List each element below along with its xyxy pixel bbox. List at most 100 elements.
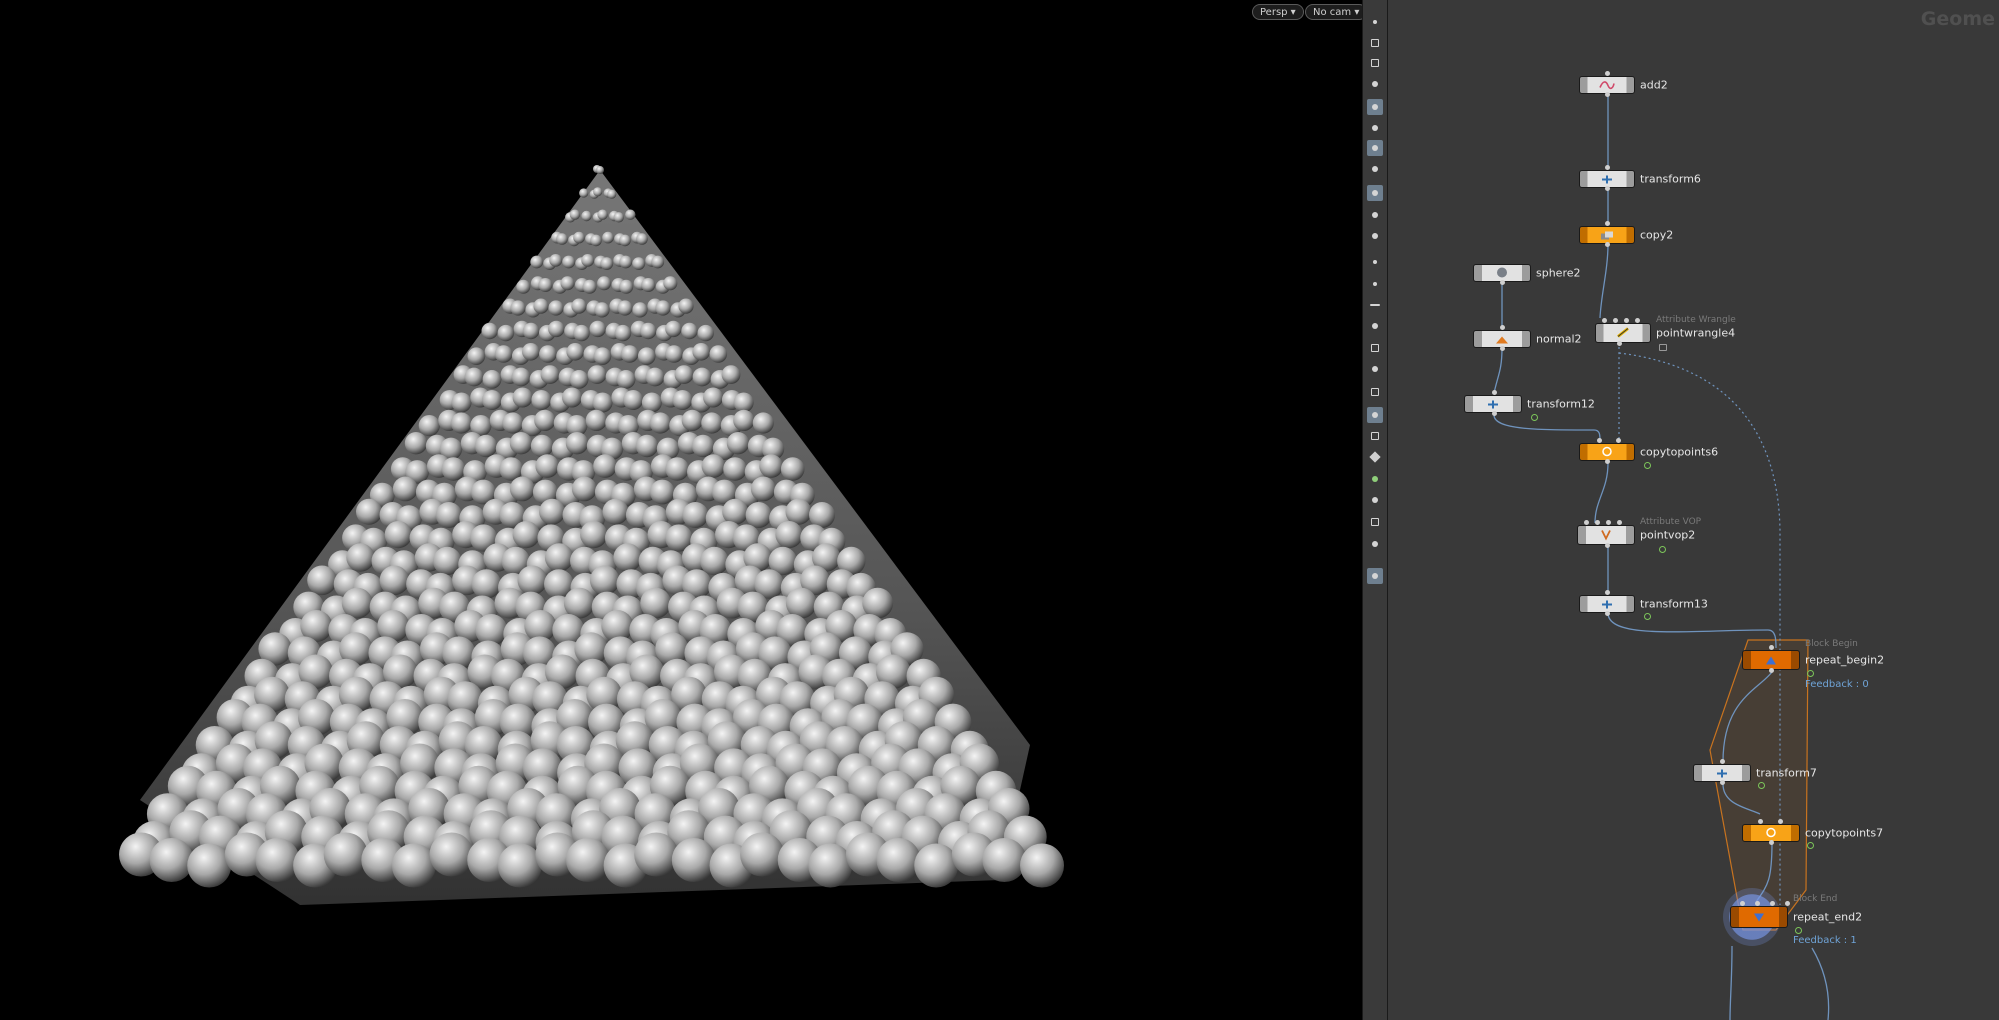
- node-name: repeat_begin2: [1805, 653, 1885, 667]
- sphere-instance: [665, 457, 689, 481]
- bg-icon[interactable]: [1367, 449, 1383, 465]
- sphere-instance: [733, 409, 755, 431]
- grid-icon[interactable]: [1367, 428, 1383, 444]
- camera-icon[interactable]: [1367, 185, 1383, 201]
- block-begin-icon: [1765, 651, 1777, 670]
- sphere-instance: [665, 320, 682, 338]
- output-port: [1605, 459, 1610, 464]
- fractal-cone-render: [119, 165, 1064, 905]
- sphere-instance: [494, 345, 513, 363]
- sphere-instance: [384, 521, 412, 549]
- sphere-instance: [149, 838, 194, 882]
- wrangle-node-icon: [1616, 324, 1630, 343]
- sphere-instance: [562, 387, 582, 408]
- node-name: pointwrangle4: [1656, 326, 1736, 340]
- scene-icon[interactable]: [1367, 384, 1383, 400]
- scene-viewport[interactable]: Persp ▾ No cam ▾: [0, 0, 1362, 1020]
- input-port: [1595, 520, 1600, 525]
- input-port: [1500, 325, 1505, 330]
- input-port: [1778, 819, 1783, 824]
- camera-menu-button[interactable]: Persp ▾: [1252, 4, 1304, 20]
- input-port: [1606, 520, 1611, 525]
- uv-icon[interactable]: [1367, 340, 1383, 356]
- wireframe-icon[interactable]: [1367, 361, 1383, 377]
- output-port: [1605, 242, 1610, 247]
- sphere-instance: [709, 345, 728, 363]
- sphere-instance: [597, 276, 612, 291]
- sphere-instance: [596, 166, 604, 174]
- sphere-instance: [637, 347, 656, 366]
- shading-icon[interactable]: [1367, 99, 1383, 115]
- display-options-icon[interactable]: [1367, 35, 1383, 51]
- sphere-instance: [531, 390, 552, 410]
- view-camera-button[interactable]: No cam ▾: [1305, 4, 1362, 20]
- handles-icon[interactable]: [1367, 228, 1383, 244]
- sphere-instance: [540, 365, 560, 384]
- sphere-instance: [808, 843, 853, 888]
- sphere-instance: [510, 300, 526, 316]
- input-port: [1616, 438, 1621, 443]
- sphere-instance: [450, 412, 472, 434]
- sphere-instance: [530, 255, 544, 269]
- eye-icon[interactable]: [1367, 14, 1383, 30]
- headlight-icon[interactable]: [1367, 140, 1383, 156]
- render-icon[interactable]: [1367, 568, 1383, 584]
- sphere-instance: [649, 412, 671, 434]
- sphere-instance: [391, 843, 436, 888]
- geometry-icon[interactable]: [1367, 471, 1383, 487]
- ghost-icon[interactable]: [1367, 492, 1383, 508]
- screenshot-icon[interactable]: [1367, 536, 1383, 552]
- ortho-icon[interactable]: [1367, 407, 1383, 423]
- node-name: copytopoints7: [1805, 826, 1884, 840]
- sphere-instance: [809, 502, 835, 528]
- sphere-instance: [701, 454, 726, 478]
- block-end-icon: [1753, 908, 1765, 927]
- node-network-editor[interactable]: Geome add2 transform6 copy2 sphere2 poin…: [1388, 0, 1999, 1020]
- node-name: copytopoints6: [1640, 445, 1719, 459]
- lock-icon[interactable]: [1367, 55, 1383, 71]
- node-flag-indicator: [1758, 782, 1765, 789]
- sphere-instance: [418, 415, 440, 437]
- layout-icon[interactable]: [1367, 514, 1383, 530]
- prim-display-icon[interactable]: [1367, 276, 1383, 292]
- point-display-icon[interactable]: [1367, 254, 1383, 270]
- input-port: [1720, 759, 1725, 764]
- light-icon[interactable]: [1367, 120, 1383, 136]
- node-repeat_end2[interactable]: repeat_end2 Block End Feedback : 1: [1730, 894, 1862, 946]
- sphere-instance: [613, 212, 624, 223]
- sphere-instance: [323, 832, 368, 877]
- node-flag-indicator: [1795, 927, 1802, 934]
- sphere-instance: [467, 347, 486, 366]
- sphere-instance: [600, 257, 614, 270]
- snapshot-icon[interactable]: [1367, 76, 1383, 92]
- sphere-instance: [539, 498, 566, 525]
- node-pointwrangle4[interactable]: pointwrangle4 Attribute Wrangle: [1595, 315, 1736, 343]
- point-number-icon[interactable]: [1367, 318, 1383, 334]
- sphere-instance: [509, 432, 533, 455]
- visualizer-icon[interactable]: [1367, 207, 1383, 223]
- sphere-instance: [464, 367, 484, 387]
- sphere-instance: [451, 392, 472, 413]
- normal-icon[interactable]: [1367, 297, 1383, 313]
- sphere-instance: [632, 302, 648, 318]
- sphere-instance: [535, 454, 559, 478]
- input-port: [1605, 71, 1610, 76]
- lamp-icon[interactable]: [1367, 161, 1383, 177]
- input-port: [1758, 819, 1763, 824]
- node-repeat_begin2[interactable]: repeat_begin2 Block Begin Feedback : 0: [1742, 639, 1884, 690]
- sphere-instance: [681, 322, 698, 340]
- node-name: transform12: [1527, 397, 1595, 411]
- sphere-instance: [481, 322, 498, 340]
- sphere-instance: [539, 345, 557, 363]
- sphere-instance: [538, 278, 553, 292]
- sphere-instance: [692, 367, 712, 387]
- sphere-instance: [623, 390, 644, 410]
- sphere-instance: [581, 210, 592, 222]
- sphere-instance: [573, 231, 585, 244]
- view-camera-label: No cam: [1313, 7, 1352, 18]
- node-pointvop2[interactable]: pointvop2 Attribute VOP: [1577, 517, 1701, 545]
- sphere-instance: [533, 298, 549, 314]
- node-flag-indicator: [1644, 613, 1651, 620]
- sphere-instance: [641, 278, 656, 292]
- sphere-instance: [307, 565, 337, 596]
